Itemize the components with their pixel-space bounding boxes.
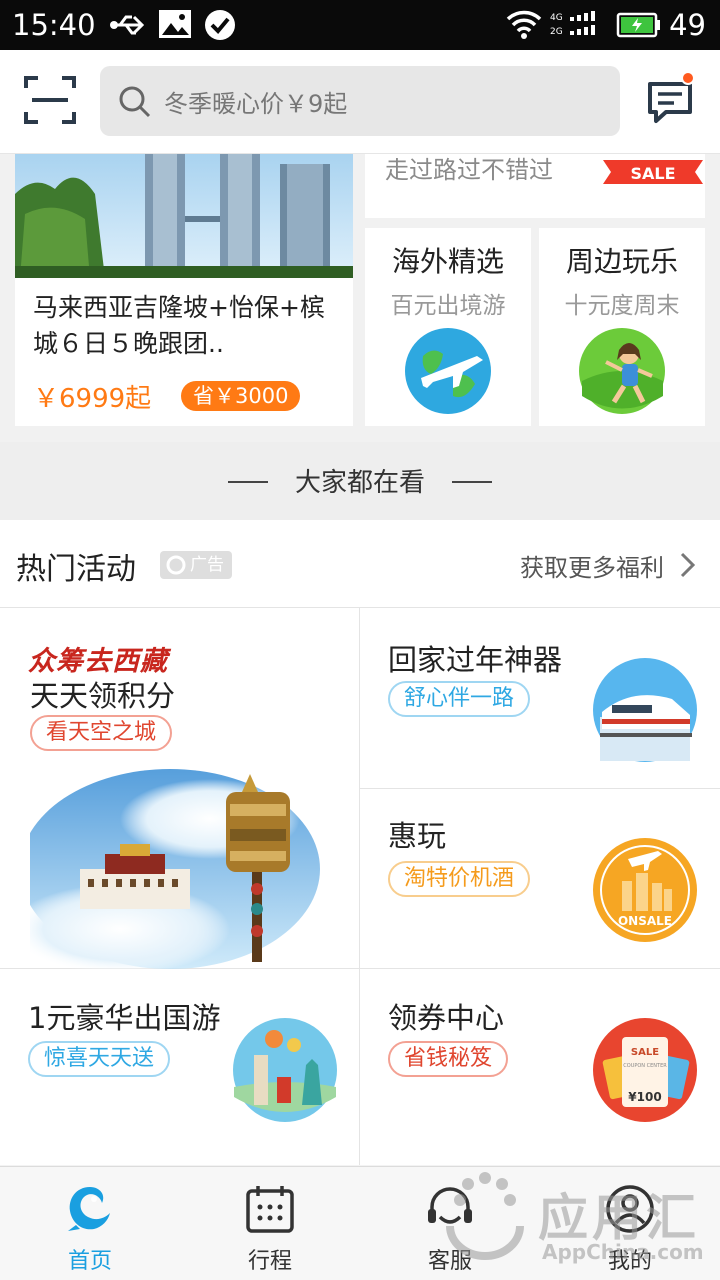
dolphin-home-icon <box>68 1187 110 1231</box>
tab-itinerary-label: 行程 <box>247 1249 292 1274</box>
tour-price: ￥6999起 <box>33 384 152 414</box>
watermark-domain: AppChina.com <box>542 1240 704 1264</box>
section-divider: 大家都在看 <box>0 442 720 520</box>
calendar-icon <box>246 1186 294 1233</box>
check-circle-icon <box>205 10 235 40</box>
usb-icon <box>110 15 145 35</box>
search-placeholder: 冬季暖心价￥9起 <box>164 90 348 118</box>
hot-activities-header: 热门活动 广告 获取更多福利 <box>0 520 720 608</box>
globe-plane-icon <box>405 328 491 414</box>
status-bar: 15:40 4G 2G 49 <box>0 0 720 50</box>
chevron-right-icon[interactable] <box>678 550 698 580</box>
onsale-badge-text: ONSALE <box>618 914 672 928</box>
divider-line-right <box>452 481 492 483</box>
status-time: 15:40 <box>12 8 96 42</box>
new-year-pill: 舒心伴一路 <box>388 681 531 717</box>
coupon-title: 领券中心 <box>388 1001 505 1035</box>
coupon-icon: SALE COUPON CENTER ¥100 <box>593 1018 697 1122</box>
appchina-watermark: 应用汇 AppChina.com <box>420 1160 720 1280</box>
search-icon <box>119 86 151 118</box>
abroad-pill: 惊喜天天送 <box>28 1041 171 1077</box>
featured-cards: 马来西亚吉隆坡+怡保+槟城６日５晚跟团.. ￥6999起 省￥3000 走过路过… <box>0 154 720 442</box>
overseas-subtitle: 百元出境游 <box>390 293 506 319</box>
overseas-title: 海外精选 <box>391 245 504 278</box>
nearby-card[interactable]: 周边玩乐 十元度周末 <box>539 228 705 426</box>
tibet-pill: 看天空之城 <box>30 715 173 751</box>
coupon-center-text: COUPON CENTER <box>623 1063 667 1069</box>
more-benefits-link[interactable]: 获取更多福利 <box>520 548 664 583</box>
bullet-train-icon <box>593 658 697 762</box>
huiwan-pill: 淘特价机酒 <box>388 861 531 897</box>
tour-title: 马来西亚吉隆坡+怡保+槟城６日５晚跟团.. <box>33 293 325 358</box>
search-input[interactable]: 冬季暖心价￥9起 <box>100 66 620 136</box>
tile-huiwan[interactable]: 惠玩 淘特价机酒 ONSALE <box>360 789 720 968</box>
tab-itinerary[interactable]: 行程 <box>180 1167 360 1280</box>
sale-tag-icon: SALE <box>603 160 703 184</box>
search-header: 冬季暖心价￥9起 <box>0 50 720 154</box>
landmarks-icon <box>233 1018 337 1122</box>
tour-card-malaysia[interactable]: 马来西亚吉隆坡+怡保+槟城６日５晚跟团.. ￥6999起 省￥3000 <box>15 154 353 426</box>
tibet-title: 天天领积分 <box>30 679 176 713</box>
battery-icon <box>616 12 660 38</box>
tile-abroad[interactable]: 1元豪华出国游 惊喜天天送 <box>0 969 359 1165</box>
wifi-icon <box>506 10 542 39</box>
petronas-towers-photo <box>15 154 353 278</box>
onsale-icon: ONSALE <box>593 838 697 942</box>
appchina-logo-icon <box>446 1172 524 1260</box>
overseas-card[interactable]: 海外精选 百元出境游 <box>365 228 531 426</box>
sale-subtitle: 走过路过不错过 <box>385 156 553 184</box>
tab-home[interactable]: 首页 <box>0 1167 180 1280</box>
tile-coupon[interactable]: 领券中心 省钱秘笈 SALE COUPON CENTER ¥100 <box>360 969 720 1165</box>
sale-tag-text: SALE <box>630 164 675 183</box>
potala-prayer-wheel-image <box>30 769 320 969</box>
tab-home-label: 首页 <box>67 1249 112 1274</box>
signal-icon: 4G2G <box>550 11 595 37</box>
coupon-pill: 省钱秘笈 <box>388 1041 509 1077</box>
ad-logo-icon <box>166 555 186 575</box>
scan-icon[interactable] <box>22 72 78 128</box>
huiwan-title: 惠玩 <box>388 819 447 853</box>
abroad-title: 1元豪华出国游 <box>28 1001 221 1035</box>
coupon-price-text: ¥100 <box>628 1090 661 1104</box>
hot-activities-title: 热门活动 <box>16 552 136 587</box>
tile-new-year[interactable]: 回家过年神器 舒心伴一路 <box>360 609 720 788</box>
nearby-title: 周边玩乐 <box>565 245 678 278</box>
save-badge: 省￥3000 <box>181 381 301 411</box>
hot-activities-section: 热门活动 广告 获取更多福利 众筹去西藏 天天领积分 看天空之城 回家过年神器 … <box>0 520 720 1165</box>
svg-text:4G: 4G <box>550 13 563 23</box>
girl-running-icon <box>579 328 665 414</box>
notification-dot <box>681 71 695 85</box>
coupon-sale-text: SALE <box>631 1047 659 1058</box>
new-year-title: 回家过年神器 <box>388 643 563 677</box>
svg-text:2G: 2G <box>550 27 563 37</box>
sale-card[interactable]: 走过路过不错过 SALE <box>365 154 705 218</box>
ad-label: 广告 <box>190 555 224 575</box>
nearby-subtitle: 十元度周末 <box>564 293 680 319</box>
divider-text: 大家都在看 <box>294 468 425 498</box>
battery-level: 49 <box>669 8 706 42</box>
image-icon <box>159 10 191 38</box>
ad-badge: 广告 <box>160 551 232 579</box>
tile-tibet[interactable]: 众筹去西藏 天天领积分 看天空之城 <box>0 609 359 969</box>
